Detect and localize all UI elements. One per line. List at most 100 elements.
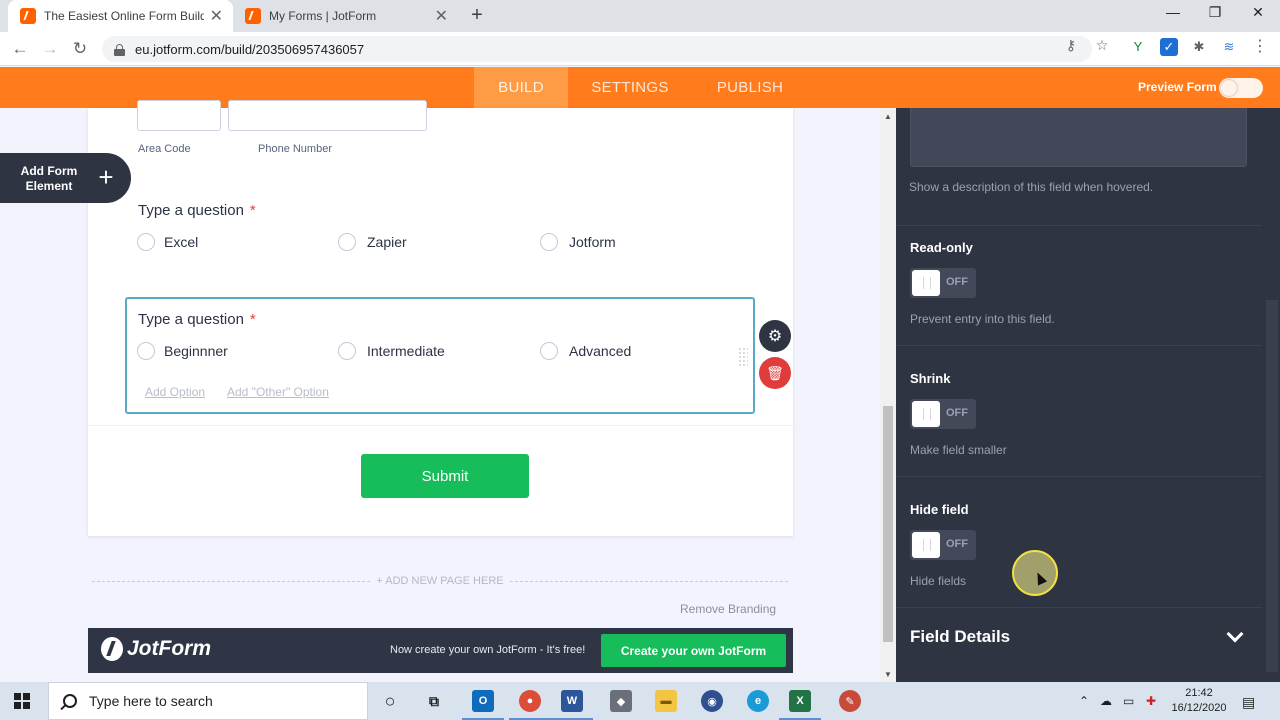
minimize-icon[interactable]: — — [1163, 4, 1183, 20]
selected-question-outline[interactable] — [125, 297, 755, 414]
excel-icon[interactable]: X — [779, 690, 821, 720]
scrollbar-thumb[interactable] — [883, 406, 893, 642]
toggle-knob — [912, 401, 940, 427]
delete-field-button[interactable]: 🗑 — [759, 357, 791, 389]
shrink-toggle[interactable]: OFF — [910, 399, 976, 429]
field-properties-gear-button[interactable]: ⚙ — [759, 320, 791, 352]
branding-tagline: Now create your own JotForm - It's free! — [390, 644, 586, 656]
chrome-icon[interactable]: ● — [509, 690, 551, 720]
drag-handle-icon[interactable] — [738, 347, 748, 367]
address-bar[interactable]: eu.jotform.com/build/203506957436057 — [102, 36, 1092, 62]
browser-tab-strip: The Easiest Online Form Builder | ✕ My F… — [0, 0, 1280, 32]
toggle-state: OFF — [946, 407, 968, 419]
divider — [896, 476, 1262, 477]
onedrive-cloud-icon[interactable]: ☁ — [1100, 694, 1112, 708]
toggle-knob — [912, 270, 940, 296]
shrink-title: Shrink — [910, 371, 951, 386]
edge-icon[interactable]: e — [747, 690, 769, 712]
dashed-line — [92, 580, 371, 582]
shrink-hint: Make field smaller — [910, 443, 1007, 457]
area-code-input[interactable] — [137, 100, 221, 131]
new-tab-icon[interactable]: + — [466, 4, 488, 27]
word-icon[interactable]: W — [551, 690, 593, 720]
tab-build[interactable]: BUILD — [474, 67, 568, 108]
file-explorer-icon[interactable]: ▬ — [655, 690, 677, 712]
reload-icon[interactable]: ↻ — [69, 38, 91, 60]
hide-field-toggle[interactable]: OFF — [910, 530, 976, 560]
add-new-page-label: + ADD NEW PAGE HERE — [376, 575, 504, 587]
add-form-element-label: Add Form Element — [20, 164, 78, 193]
preview-form-label: Preview Form — [1138, 80, 1217, 94]
notification-icon[interactable]: ▤ — [1242, 694, 1255, 711]
restore-icon[interactable]: ❐ — [1205, 4, 1225, 21]
outlook-icon[interactable]: O — [462, 690, 504, 720]
remove-branding-link[interactable]: Remove Branding — [680, 602, 776, 616]
key-icon[interactable]: ⚷ — [1062, 37, 1080, 54]
panel-scrollbar[interactable] — [1266, 300, 1278, 672]
logo-text: JotForm — [127, 637, 211, 660]
taskbar-search[interactable]: Type here to search — [48, 682, 368, 720]
form-canvas: Area Code Phone Number Type a question * … — [0, 100, 880, 682]
phone-number-input[interactable] — [228, 100, 427, 131]
search-icon — [63, 694, 77, 708]
radio-option-label: Zapier — [367, 234, 407, 250]
divider — [896, 607, 1262, 608]
menu-dots-icon[interactable]: ⋮ — [1251, 38, 1269, 56]
tray-app-icon[interactable]: ✚ — [1146, 694, 1156, 708]
hover-text-textarea[interactable] — [910, 108, 1247, 167]
jotform-favicon-icon — [20, 8, 36, 24]
divider — [896, 345, 1262, 346]
forward-arrow-icon[interactable]: → — [39, 38, 61, 60]
app-icon[interactable]: ◆ — [610, 690, 632, 712]
create-your-own-jotform-button[interactable]: Create your own JotForm — [601, 634, 786, 667]
add-form-element-button[interactable]: Add Form Element + — [0, 153, 131, 203]
question-label[interactable]: Type a question * — [138, 202, 256, 219]
extension-leaf-icon[interactable]: Y — [1129, 38, 1147, 56]
hide-field-hint: Hide fields — [910, 574, 967, 588]
browser-tab-title: My Forms | JotForm — [269, 9, 377, 23]
field-details-section-header[interactable]: Field Details — [910, 627, 1010, 647]
browser-tab-my-forms[interactable]: My Forms | JotForm ✕ — [233, 0, 458, 32]
hide-field-title: Hide field — [910, 502, 969, 517]
chevron-down-icon[interactable] — [1226, 625, 1244, 643]
field-properties-panel: Show a description of this field when ho… — [896, 108, 1280, 682]
back-arrow-icon[interactable]: ← — [9, 38, 31, 60]
radio-button[interactable] — [338, 233, 356, 251]
url-text: eu.jotform.com/build/203506957436057 — [135, 41, 365, 57]
required-mark: * — [249, 202, 256, 219]
browser-toolbar: ← → ↻ eu.jotform.com/build/2035069574360… — [0, 32, 1280, 66]
scroll-up-icon[interactable]: ▲ — [880, 112, 896, 121]
jotform-favicon-icon — [245, 8, 261, 24]
scroll-down-icon[interactable]: ▼ — [880, 670, 896, 679]
tab-settings[interactable]: SETTINGS — [580, 67, 680, 108]
radio-option-label: Excel — [164, 234, 199, 250]
browser-tab-title: The Easiest Online Form Builder | — [44, 9, 204, 23]
extension-stripes-icon[interactable]: ≋ — [1220, 38, 1238, 56]
radio-button[interactable] — [540, 233, 558, 251]
tray-chevron-up-icon[interactable]: ⌃ — [1079, 694, 1089, 708]
browser-tab-form-builder[interactable]: The Easiest Online Form Builder | ✕ — [8, 0, 233, 32]
close-icon[interactable]: ✕ — [210, 6, 223, 26]
media-player-icon[interactable]: ◉ — [701, 690, 723, 712]
cortana-icon[interactable]: ○ — [379, 690, 401, 712]
tab-publish[interactable]: PUBLISH — [704, 67, 796, 108]
taskbar-clock[interactable]: 21:42 16/12/2020 — [1170, 686, 1228, 716]
radio-button[interactable] — [137, 233, 155, 251]
app-red-icon[interactable]: ✎ — [839, 690, 861, 712]
network-icon[interactable]: ▭ — [1123, 694, 1134, 708]
add-new-page-row[interactable]: + ADD NEW PAGE HERE — [92, 574, 788, 588]
read-only-toggle[interactable]: OFF — [910, 268, 976, 298]
windows-start-icon[interactable] — [14, 693, 30, 709]
submit-button[interactable]: Submit — [361, 454, 529, 498]
preview-form-toggle[interactable] — [1219, 78, 1263, 98]
task-view-icon[interactable]: ⧉ — [423, 690, 445, 712]
canvas-scrollbar[interactable]: ▲ ▼ — [880, 108, 896, 682]
window-close-icon[interactable]: ✕ — [1248, 4, 1268, 21]
clock-date: 16/12/2020 — [1171, 702, 1227, 714]
read-only-hint: Prevent entry into this field. — [910, 312, 1055, 326]
extension-check-icon[interactable]: ✓ — [1160, 38, 1178, 56]
extensions-puzzle-icon[interactable]: ✱ — [1190, 38, 1208, 56]
close-icon[interactable]: ✕ — [435, 6, 448, 26]
area-code-label: Area Code — [138, 143, 191, 155]
bookmark-star-icon[interactable]: ☆ — [1093, 37, 1111, 54]
